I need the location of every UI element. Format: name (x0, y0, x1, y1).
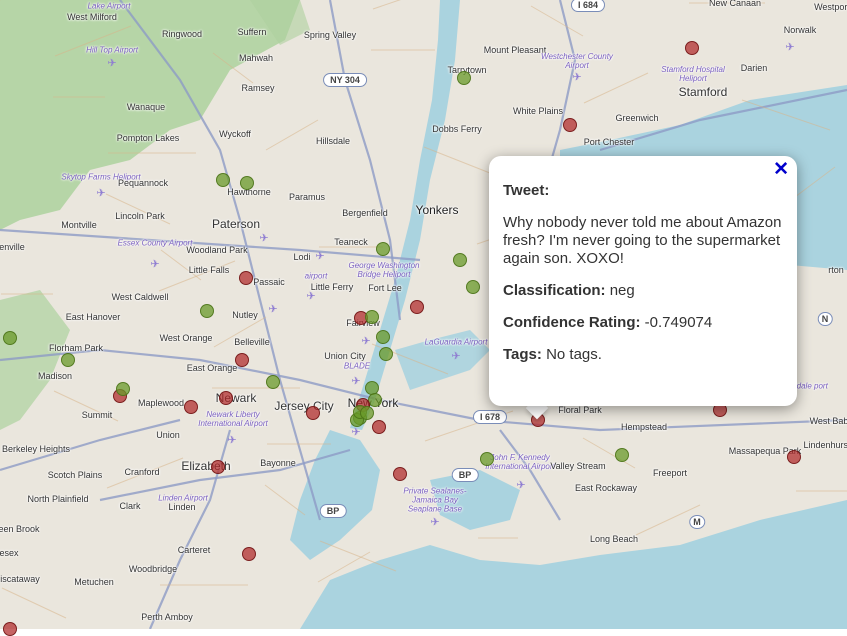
tweet-marker[interactable] (563, 118, 577, 132)
route-shield-i684: I 684 (570, 0, 606, 12)
tweet-marker[interactable] (266, 375, 280, 389)
route-shield-bp: BP (319, 504, 347, 518)
tweet-marker[interactable] (240, 176, 254, 190)
airplane-icon: ✈ (315, 250, 325, 263)
classification-heading: Classification: (503, 282, 606, 299)
tweet-marker[interactable] (480, 452, 494, 466)
airplane-icon: ✈ (572, 71, 582, 84)
tweet-marker[interactable] (200, 304, 214, 318)
classification-value: neg (609, 282, 635, 299)
airplane-icon: ✈ (306, 290, 316, 303)
route-shield-ny304: NY 304 (323, 73, 367, 87)
tweet-marker[interactable] (235, 353, 249, 367)
tags-value: No tags. (546, 346, 602, 363)
tweet-marker[interactable] (211, 460, 225, 474)
route-shield-n: N (817, 312, 833, 326)
airplane-icon: ✈ (451, 350, 461, 363)
tweet-marker[interactable] (615, 448, 629, 462)
map-canvas[interactable]: West Milford Lake Airport Ringwood Suffe… (0, 0, 847, 636)
tweet-marker[interactable] (216, 173, 230, 187)
tweet-marker[interactable] (3, 622, 17, 636)
tweet-marker[interactable] (306, 406, 320, 420)
route-shield-i678: I 678 (472, 410, 508, 424)
tweet-marker[interactable] (242, 547, 256, 561)
tweet-marker[interactable] (453, 253, 467, 267)
airplane-icon: ✈ (107, 57, 117, 70)
tweet-marker[interactable] (376, 242, 390, 256)
tweet-marker[interactable] (685, 41, 699, 55)
airplane-icon: ✈ (268, 303, 278, 316)
airplane-icon: ✈ (150, 258, 160, 271)
airplane-icon: ✈ (351, 375, 361, 388)
airplane-icon: ✈ (361, 335, 371, 348)
airplane-icon: ✈ (430, 516, 440, 529)
tweet-marker[interactable] (360, 406, 374, 420)
route-shield-m: M (689, 515, 705, 529)
tweet-text: Why nobody never told me about Amazon fr… (503, 214, 782, 267)
tweet-marker[interactable] (184, 400, 198, 414)
tags-heading: Tags: (503, 346, 542, 363)
tweet-marker[interactable] (372, 420, 386, 434)
airplane-icon: ✈ (516, 479, 526, 492)
tweet-marker[interactable] (239, 271, 253, 285)
airplane-icon: ✈ (227, 434, 237, 447)
tweet-marker[interactable] (466, 280, 480, 294)
tweet-marker[interactable] (116, 382, 130, 396)
tweet-popup: ✕ Tweet: Why nobody never told me about … (489, 156, 797, 406)
airplane-icon: ✈ (259, 232, 269, 245)
tweet-marker[interactable] (368, 393, 382, 407)
tweet-marker[interactable] (457, 71, 471, 85)
tweet-marker[interactable] (61, 353, 75, 367)
airplane-icon: ✈ (96, 187, 106, 200)
tweet-marker[interactable] (219, 391, 233, 405)
tweet-marker[interactable] (410, 300, 424, 314)
route-shield-bp: BP (451, 468, 479, 482)
tweet-marker[interactable] (365, 310, 379, 324)
airplane-icon: ✈ (351, 426, 361, 439)
tweet-marker[interactable] (379, 347, 393, 361)
confidence-value: -0.749074 (644, 314, 713, 331)
tweet-marker[interactable] (787, 450, 801, 464)
tweet-marker[interactable] (376, 330, 390, 344)
tweet-heading: Tweet: (503, 182, 550, 199)
tweet-marker[interactable] (393, 467, 407, 481)
tweet-marker[interactable] (3, 331, 17, 345)
airplane-icon: ✈ (785, 41, 795, 54)
close-icon[interactable]: ✕ (773, 158, 789, 181)
confidence-heading: Confidence Rating: (503, 314, 641, 331)
